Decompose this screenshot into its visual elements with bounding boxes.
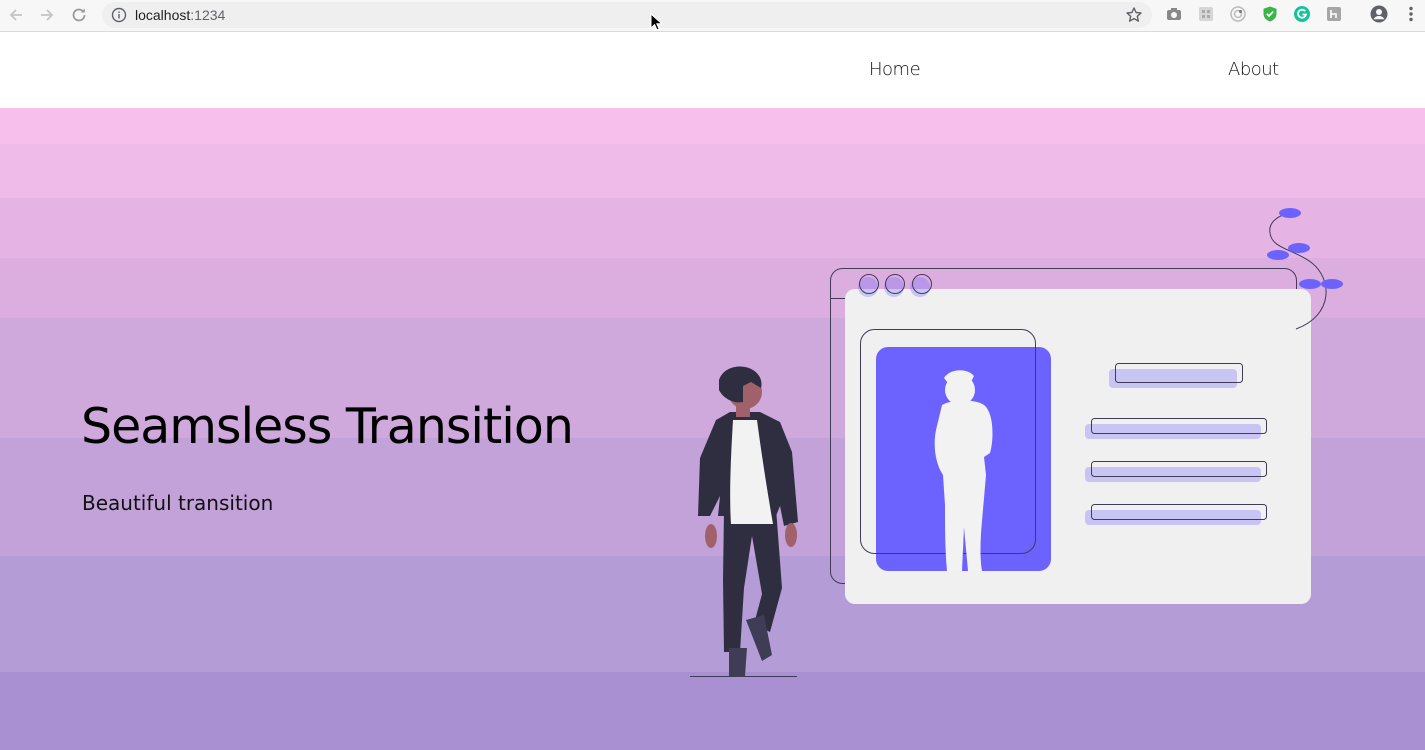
walking-person-illustration	[690, 366, 798, 677]
address-url[interactable]: localhost:1234	[135, 6, 225, 24]
reload-icon[interactable]	[69, 5, 89, 25]
hero-section: Seamsless Transition Beautiful transitio…	[0, 108, 1425, 750]
gray-extension-icon[interactable]	[1325, 5, 1343, 23]
nav-link-about[interactable]: About	[1228, 59, 1279, 80]
back-arrow-icon[interactable]	[6, 5, 26, 25]
address-bar[interactable]: localhost:1234	[102, 2, 1152, 28]
camera-extension-icon[interactable]	[1165, 5, 1183, 23]
grammarly-extension-icon[interactable]	[1293, 5, 1311, 23]
site-navbar: Home About	[0, 33, 1425, 108]
mouse-cursor-icon	[650, 13, 664, 31]
info-icon[interactable]	[111, 7, 127, 23]
target-extension-icon[interactable]	[1229, 5, 1247, 23]
forward-arrow-icon[interactable]	[37, 5, 57, 25]
kebab-menu-icon[interactable]	[1402, 5, 1420, 23]
shield-extension-icon[interactable]	[1261, 5, 1279, 23]
url-port: :1234	[190, 7, 226, 23]
grid-extension-icon[interactable]	[1197, 5, 1215, 23]
bookmark-star-icon[interactable]	[1125, 6, 1143, 24]
url-host: localhost	[135, 7, 191, 23]
nav-link-home[interactable]: Home	[869, 59, 921, 80]
browser-toolbar: localhost:1234	[0, 0, 1425, 32]
profile-avatar-icon[interactable]	[1370, 5, 1388, 23]
